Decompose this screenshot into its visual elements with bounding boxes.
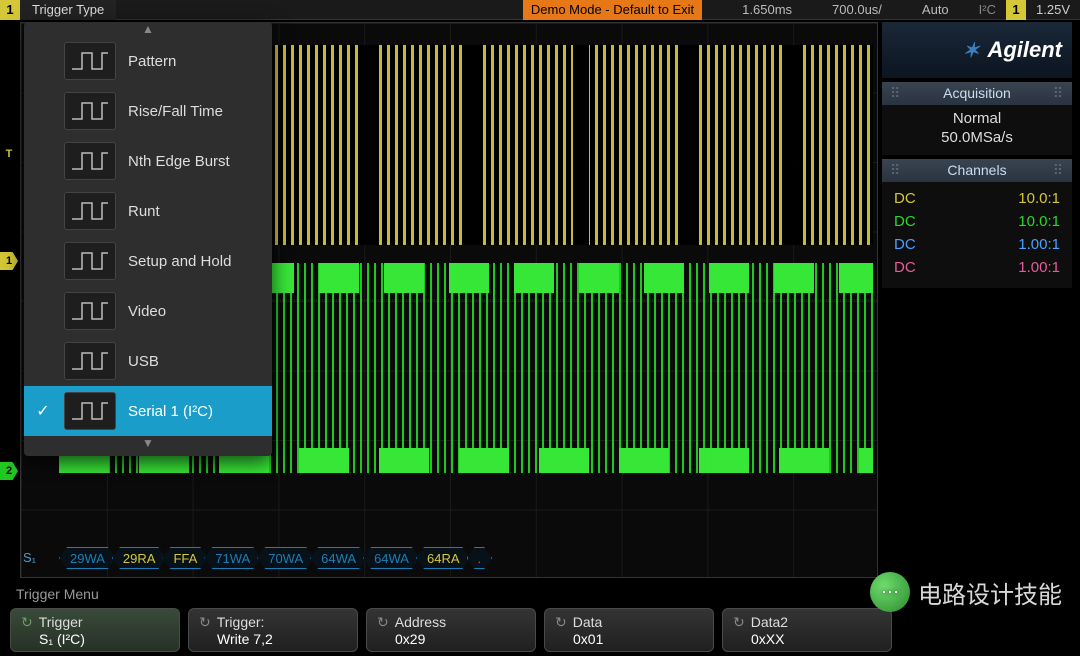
trigger-type-icon — [64, 392, 116, 430]
rotate-icon: ↻ — [555, 614, 567, 631]
decode-packet: 64WA — [310, 547, 367, 569]
trigger-option-label: Rise/Fall Time — [128, 103, 223, 120]
trigger-type-icon — [64, 342, 116, 380]
trigger-type-icon — [64, 92, 116, 130]
channel-ratio: 1.00:1 — [956, 234, 1064, 255]
trigger-option-runt[interactable]: Runt — [24, 186, 272, 236]
trigger-option-rise-fall-time[interactable]: Rise/Fall Time — [24, 86, 272, 136]
top-status-bar: 1 Trigger Type Demo Mode - Default to Ex… — [0, 0, 1080, 20]
trigger-type-icon — [64, 242, 116, 280]
trigger-type-icon — [64, 142, 116, 180]
softkey-data2[interactable]: ↻ Data20xXX — [722, 608, 892, 652]
trigger-option-pattern[interactable]: Pattern — [24, 36, 272, 86]
check-icon: ✓ — [34, 401, 52, 421]
timediv-value: 700.0us/ — [812, 2, 902, 17]
softkey-title: Address — [395, 614, 446, 630]
brand-text: Agilent — [987, 37, 1062, 63]
channel-ratio: 1.00:1 — [956, 257, 1064, 278]
trigger-option-usb[interactable]: USB — [24, 336, 272, 386]
acquisition-title: Acquisition — [943, 85, 1011, 102]
channel-ratio: 10.0:1 — [956, 188, 1064, 209]
trigger-option-nth-edge-burst[interactable]: Nth Edge Burst — [24, 136, 272, 186]
menu-title: Trigger Menu — [10, 584, 105, 604]
trigger-option-label: Serial 1 (I²C) — [128, 403, 213, 420]
trigger-option-label: Video — [128, 303, 166, 320]
trigger-type-icon — [64, 292, 116, 330]
timebase-value: 1.650ms — [722, 2, 812, 17]
trigger-type-icon — [64, 42, 116, 80]
channel-ratio: 10.0:1 — [956, 211, 1064, 232]
acquisition-body: Normal 50.0MSa/s — [882, 105, 1072, 155]
softkey-data[interactable]: ↻ Data0x01 — [544, 608, 714, 652]
rotate-icon: ↻ — [733, 614, 745, 631]
rotate-icon: ↻ — [21, 614, 33, 631]
decode-packet: 71WA — [204, 547, 261, 569]
decode-packet: FFA — [162, 547, 208, 569]
trigger-option-serial-1-i-c-[interactable]: ✓ Serial 1 (I²C) — [24, 386, 272, 436]
wechat-icon: ⋯ — [870, 572, 910, 612]
trigger-option-label: Pattern — [128, 53, 176, 70]
trigger-type-icon — [64, 192, 116, 230]
softkey-value: 0x01 — [555, 631, 703, 647]
trigger-option-label: USB — [128, 353, 159, 370]
softkey-trigger[interactable]: ↻ TriggerS₁ (I²C) — [10, 608, 180, 652]
softkey-value: Write 7,2 — [199, 631, 347, 647]
decode-packet: 29WA — [59, 547, 116, 569]
voltage-value: 1.25V — [1026, 2, 1080, 17]
channel-row: DC10.0:1 — [890, 188, 1064, 209]
trigger-mode: Auto — [902, 2, 969, 17]
softkey-title: Trigger: — [217, 614, 265, 630]
channel-badge-left: 1 — [0, 0, 20, 20]
decode-packet: 64WA — [363, 547, 420, 569]
softkey-value: 0xXX — [733, 631, 881, 647]
decode-packet: 70WA — [257, 547, 314, 569]
trigger-type-dropdown[interactable]: ▲ Pattern Rise/Fall Time Nth Edge Burst Run… — [24, 22, 272, 456]
channel-badge-right: 1 — [1006, 0, 1026, 20]
channels-title: Channels — [947, 162, 1006, 179]
acquisition-header[interactable]: ⠿ Acquisition ⠿ — [882, 82, 1072, 105]
channel-row: DC1.00:1 — [890, 257, 1064, 278]
decode-bus-label: S₁ — [23, 550, 36, 565]
acquisition-rate: 50.0MSa/s — [888, 128, 1066, 147]
decode-packet: 29RA — [112, 547, 167, 569]
channel2-marker: 2 — [0, 462, 18, 480]
demo-mode-banner[interactable]: Demo Mode - Default to Exit — [523, 0, 702, 20]
rotate-icon: ↻ — [377, 614, 389, 631]
channel1-marker: 1 — [0, 252, 18, 270]
channel-row: DC10.0:1 — [890, 211, 1064, 232]
softkey-value: S₁ (I²C) — [21, 631, 169, 647]
channel-coupling: DC — [890, 211, 954, 232]
channel-coupling: DC — [890, 234, 954, 255]
trigger-option-setup-and-hold[interactable]: Setup and Hold — [24, 236, 272, 286]
softkey-trigger-[interactable]: ↻ Trigger:Write 7,2 — [188, 608, 358, 652]
softkey-title: Trigger — [39, 614, 83, 630]
softkey-value: 0x29 — [377, 631, 525, 647]
trigger-option-video[interactable]: Video — [24, 286, 272, 336]
trigger-option-label: Runt — [128, 203, 160, 220]
channel-row: DC1.00:1 — [890, 234, 1064, 255]
rotate-icon: ↻ — [199, 614, 211, 631]
trigger-option-label: Nth Edge Burst — [128, 153, 230, 170]
softkey-title: Data2 — [751, 614, 788, 630]
decode-packet: 64RA — [416, 547, 471, 569]
watermark: ⋯ 电路设计技能 — [870, 572, 1062, 612]
trigger-marker: T — [0, 145, 18, 163]
right-sidebar: ✶ Agilent ⠿ Acquisition ⠿ Normal 50.0MSa… — [882, 22, 1072, 288]
channel-coupling: DC — [890, 257, 954, 278]
agilent-spark-icon: ✶ — [963, 38, 980, 63]
scroll-up-icon[interactable]: ▲ — [24, 22, 272, 36]
decode-bus-row: 29WA29RAFFA71WA70WA64WA64WA64RA. — [59, 547, 488, 569]
softkey-address[interactable]: ↻ Address0x29 — [366, 608, 536, 652]
watermark-text: 电路设计技能 — [918, 575, 1062, 610]
channel-coupling: DC — [890, 188, 954, 209]
softkey-title: Data — [573, 614, 603, 630]
acquisition-mode: Normal — [888, 109, 1066, 128]
brand-logo: ✶ Agilent — [882, 22, 1072, 78]
protocol-label: I²C — [969, 2, 1006, 17]
channels-header[interactable]: ⠿ Channels ⠿ — [882, 159, 1072, 182]
trigger-option-label: Setup and Hold — [128, 253, 231, 270]
channels-body: DC10.0:1DC10.0:1DC1.00:1DC1.00:1 — [882, 182, 1072, 288]
trigger-type-header[interactable]: Trigger Type — [20, 0, 116, 20]
scroll-down-icon[interactable]: ▼ — [24, 436, 272, 450]
